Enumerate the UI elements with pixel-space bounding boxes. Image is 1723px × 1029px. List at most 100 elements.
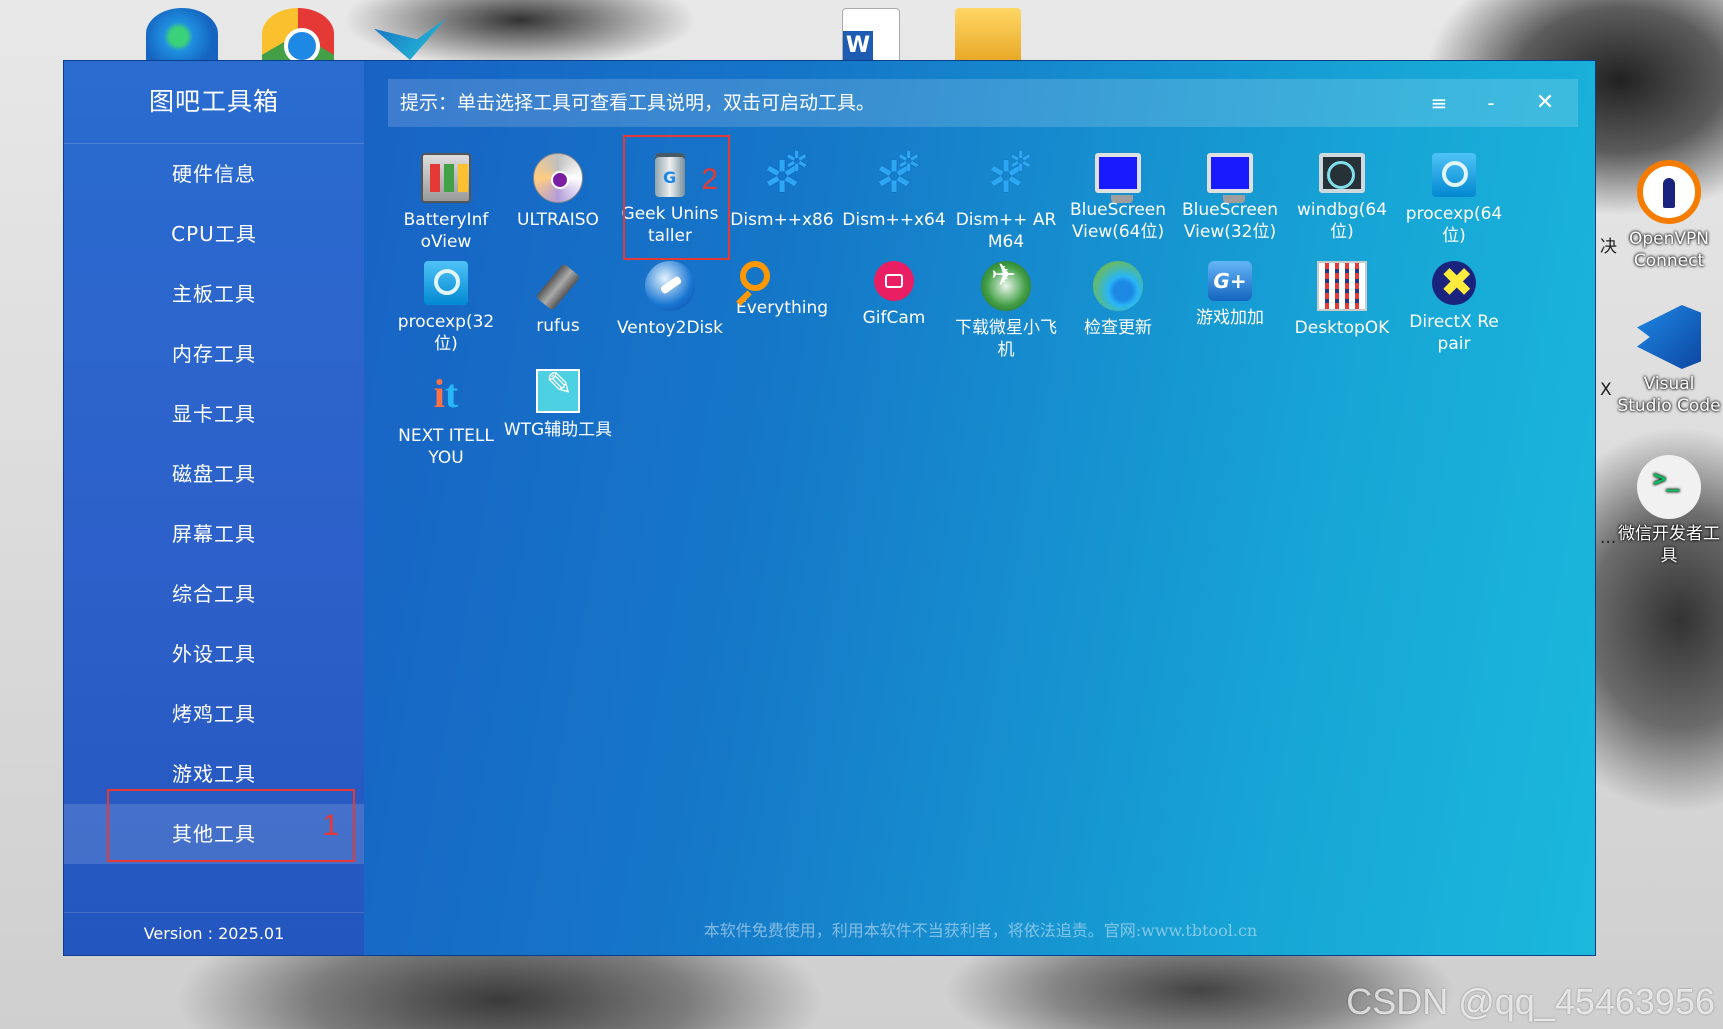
csdn-watermark: CSDN @qq_45463956 [1346,981,1715,1022]
sidebar-item[interactable]: 主板工具 [64,264,364,324]
close-button[interactable]: ✕ [1524,79,1566,127]
edge-icon [1093,261,1143,311]
chrome-icon[interactable] [262,8,334,64]
nextitell-icon: it [433,371,459,416]
desktop-label-fragment: 决 [1600,237,1617,257]
grid-icon [1317,261,1367,311]
tool-item[interactable]: Everything [726,251,838,319]
tool-label: Ventoy2Disk [616,318,723,338]
tool-label: BlueScreen View(64位) [1069,200,1167,242]
tool-label: windbg(64位) [1296,200,1388,242]
tool-label: rufus [536,316,580,336]
tool-item[interactable]: procexp(32 位) [390,251,502,355]
tool-label: NEXT ITELL YOU [398,426,494,468]
desktop-shortcut-label: Visual Studio Code [1617,374,1721,416]
menu-button[interactable]: ≡ [1418,79,1460,127]
tip-text: 提示：单击选择工具可查看工具说明，双击可启动工具。 [400,92,876,114]
tool-label: Dism++ AR M64 [955,210,1057,252]
tool-item[interactable]: WTG辅助工具 [502,359,614,441]
desktop-shortcut-openvpn[interactable]: OpenVPN Connect [1615,160,1723,272]
wtg-icon [536,369,580,413]
tool-item[interactable]: BlueScreen View(64位) [1062,143,1174,243]
usb-icon [535,263,581,311]
tool-label: WTG辅助工具 [503,420,613,440]
game-icon: G+ [1208,261,1252,301]
sidebar-item[interactable]: 显卡工具 [64,384,364,444]
tool-label: 游戏加加 [1196,308,1264,328]
tool-item[interactable]: BlueScreen View(32位) [1174,143,1286,243]
tool-label: GifCam [862,308,926,328]
tool-label: BlueScreen View(32位) [1181,200,1279,242]
tip-bar: 提示：单击选择工具可查看工具说明，双击可启动工具。 ≡ - ✕ [388,79,1578,127]
tool-item[interactable]: 下载微星小飞 机 [950,251,1062,361]
tool-item[interactable]: ULTRAISO [502,143,614,231]
gear-icon: ✲ [869,137,921,203]
openvpn-icon [1637,160,1701,224]
tool-label: DesktopOK [1294,318,1390,338]
tool-label: DirectX Re pair [1409,312,1499,354]
desktop-shortcut-label: OpenVPN Connect [1628,229,1709,271]
tool-item[interactable]: rufus [502,251,614,337]
debugger-icon [1319,153,1365,193]
disc-icon [533,153,583,203]
camera-icon [874,261,914,301]
sidebar-item[interactable]: 硬件信息 [64,144,364,204]
annotation-number: 2 [701,163,718,196]
footer-disclaimer: 本软件免费使用，利用本软件不当获利者，将依法追责。官网:www.tbtool.c… [703,921,1258,940]
magnifier-icon [1432,153,1476,197]
tool-item[interactable]: ✲ Dism++x86 [726,137,838,231]
magnifier-icon [424,261,468,305]
tool-item[interactable]: Ventoy2Disk [614,251,726,339]
highlight-box-2: 2 [623,135,730,260]
directx-icon [1432,261,1476,305]
tool-label: ULTRAISO [517,210,599,230]
tool-item[interactable]: windbg(64位) [1286,143,1398,243]
monitor-icon [1207,153,1253,203]
tool-label: Dism++x64 [842,210,946,230]
folder-icon[interactable] [955,8,1021,60]
tool-item[interactable]: ✲ Dism++x64 [838,137,950,231]
sidebar-item[interactable]: 磁盘工具 [64,444,364,504]
word-icon[interactable]: W [842,8,900,62]
tool-item[interactable]: GifCam [838,251,950,329]
desktop-shortcut-vscode[interactable]: Visual Studio Code [1615,305,1723,417]
gear-icon: ✲ [981,137,1033,203]
tool-item[interactable]: 检查更新 [1062,251,1174,339]
vscode-icon [1637,305,1701,369]
sidebar-item[interactable]: 屏幕工具 [64,504,364,564]
tuba-toolbox-window: 图吧工具箱 硬件信息 CPU工具 主板工具 内存工具 显卡工具 磁盘工具 屏幕工具 综合工具外… [63,60,1596,956]
desktop-label-fragment: X [1600,380,1612,400]
plane-icon [981,261,1031,311]
sidebar-item[interactable]: CPU工具 [64,204,364,264]
sidebar-item[interactable]: 烤鸡工具 [64,684,364,744]
tool-item[interactable]: it NEXT ITELL YOU [390,359,502,469]
tool-label: 检查更新 [1084,318,1152,338]
tool-item[interactable]: DesktopOK [1286,251,1398,339]
sidebar-nav: 硬件信息 CPU工具 主板工具 内存工具 显卡工具 磁盘工具 屏幕工具 综合工具 外设工具 烤鸡工… [64,144,364,864]
tool-item[interactable]: BatteryInf oView [390,143,502,253]
desktop-shortcut-label: 微信开发者工具 [1618,524,1720,566]
desktop-shortcut-wechat-devtools[interactable]: 微信开发者工具 [1615,455,1723,567]
minimize-button[interactable]: - [1470,79,1512,127]
search-icon [740,261,770,291]
gear-icon: ✲ [757,137,809,203]
tool-item[interactable]: DirectX Re pair [1398,251,1510,355]
monitor-icon [1095,153,1141,203]
sidebar-item[interactable]: 外设工具 [64,624,364,684]
tool-label: procexp(32 位) [397,312,495,354]
highlight-box-1: 1 [107,789,355,862]
tool-label: procexp(64 位) [1405,204,1503,246]
annotation-number: 1 [322,809,339,842]
tool-label: 下载微星小飞 机 [955,318,1057,360]
tool-item[interactable]: ✲ Dism++ AR M64 [950,137,1062,253]
wechat-devtools-icon [1637,455,1701,519]
app-title: 图吧工具箱 [64,61,364,144]
tool-item[interactable]: procexp(64 位) [1398,143,1510,247]
battery-icon [421,153,471,203]
tool-label: Dism++x86 [730,210,834,230]
tool-item[interactable]: G+ 游戏加加 [1174,251,1286,329]
version-label: Version : 2025.01 [64,912,364,955]
sidebar-item[interactable]: 综合工具 [64,564,364,624]
sidebar-item[interactable]: 内存工具 [64,324,364,384]
edge-icon[interactable] [146,8,218,60]
